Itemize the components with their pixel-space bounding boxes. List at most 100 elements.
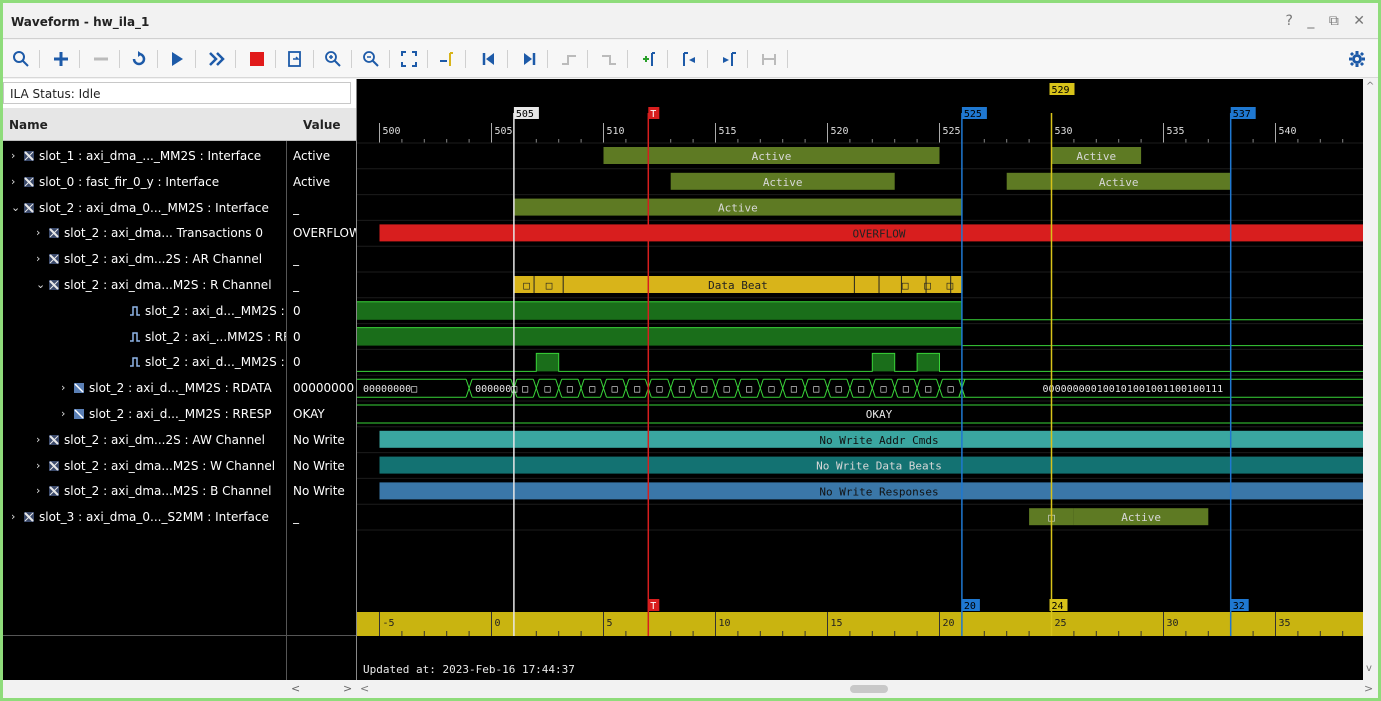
signal-row[interactable]: slot_2 : axi_d..._MM2S : RVALID — [3, 298, 286, 324]
interface-icon — [23, 511, 35, 523]
signal-high-fill — [357, 327, 962, 346]
run-immediate-icon[interactable] — [205, 47, 229, 71]
interface-icon — [23, 202, 35, 214]
signal-value: Active — [293, 174, 331, 189]
signal-value: _ — [293, 510, 299, 525]
scroll-down-arrow[interactable]: v — [1366, 663, 1372, 674]
rdata-value: □ — [768, 384, 774, 395]
rdata-value: □ — [701, 384, 707, 395]
stop-icon[interactable] — [245, 47, 269, 71]
signal-row[interactable]: › slot_2 : axi_dma... Transactions 0 — [3, 220, 286, 246]
data-beat-marker: □ — [902, 279, 909, 292]
sample-tick-label: 30 — [1167, 618, 1179, 629]
marker-label-bottom: 24 — [1052, 601, 1064, 612]
signal-name: slot_2 : axi_...MM2S : RREADY — [145, 329, 286, 344]
signal-name: slot_2 : axi_d..._MM2S : RLAST — [145, 355, 286, 370]
expand-arrow-icon[interactable]: › — [36, 433, 40, 446]
zoom-out-icon[interactable] — [359, 47, 383, 71]
signal-row[interactable]: › slot_3 : axi_dma_0..._S2MM : Interface — [3, 504, 286, 530]
swap-cursor-icon[interactable] — [757, 47, 781, 71]
slot1-active-span-label: Active — [752, 150, 792, 163]
signal-row[interactable]: › slot_2 : axi_dma...M2S : B Channel — [3, 478, 286, 504]
expand-arrow-icon[interactable]: › — [36, 459, 40, 472]
signal-row[interactable]: ⌄ slot_2 : axi_dma_0..._MM2S : Interface — [3, 195, 286, 221]
signal-row[interactable]: › slot_2 : axi_dm...2S : AW Channel — [3, 427, 286, 453]
export-icon[interactable] — [283, 47, 307, 71]
signal-value: No Write — [293, 458, 345, 473]
signal-row[interactable]: › slot_2 : axi_d..._MM2S : RRESP — [3, 401, 286, 427]
next-transition-icon[interactable] — [597, 47, 621, 71]
signal-row[interactable]: › slot_2 : axi_dm...2S : AR Channel — [3, 246, 286, 272]
scroll-up-arrow[interactable]: ^ — [1366, 81, 1374, 92]
expand-arrow-icon[interactable]: › — [36, 252, 40, 265]
run-icon[interactable] — [165, 47, 189, 71]
sample-tick-label: -5 — [383, 618, 395, 629]
data-beat-span-label: Data Beat — [708, 279, 768, 292]
go-to-cursor-icon[interactable] — [435, 47, 459, 71]
expand-arrow-icon[interactable]: › — [36, 226, 40, 239]
name-column-header[interactable]: Name — [9, 118, 48, 132]
name-scrollbar[interactable]: < > — [3, 680, 356, 698]
expand-arrow-icon[interactable]: › — [36, 484, 40, 497]
sample-tick-label: 10 — [719, 618, 731, 629]
collapse-arrow-icon[interactable]: ⌄ — [11, 201, 20, 214]
window-controls[interactable]: ? _ ⧉ ✕ — [1285, 13, 1370, 29]
signal-row[interactable]: slot_2 : axi_d..._MM2S : RLAST — [3, 349, 286, 375]
interface-icon — [48, 460, 60, 472]
expand-arrow-icon[interactable]: › — [61, 381, 65, 394]
go-to-start-icon[interactable] — [477, 47, 501, 71]
signal-row[interactable]: › slot_2 : axi_d..._MM2S : RDATA — [3, 375, 286, 401]
waveform-canvas[interactable]: 500 505 510 515 520 525 530 535 540 Active Active A… — [356, 79, 1363, 680]
ruler-tick-label: 515 — [719, 126, 737, 137]
value-column-header[interactable]: Value — [303, 118, 341, 132]
hscroll-right-arrow[interactable]: > — [1364, 682, 1373, 695]
remove-icon[interactable] — [89, 47, 113, 71]
bus-icon — [73, 408, 85, 420]
collapse-arrow-icon[interactable]: ⌄ — [36, 278, 45, 291]
vertical-scrollbar[interactable]: ^ v — [1363, 79, 1378, 680]
previous-marker-icon[interactable] — [677, 47, 701, 71]
interface-icon — [23, 150, 35, 162]
horizontal-scrollbar[interactable]: < > — [356, 680, 1378, 698]
scroll-right-arrow[interactable]: > — [343, 682, 352, 695]
ruler-tick-label: 530 — [1055, 126, 1073, 137]
expand-arrow-icon[interactable]: › — [11, 175, 15, 188]
go-to-end-icon[interactable] — [517, 47, 541, 71]
add-marker-icon[interactable] — [637, 47, 661, 71]
hscroll-left-arrow[interactable]: < — [360, 682, 369, 695]
ruler-tick-label: 535 — [1167, 126, 1185, 137]
zoom-fit-icon[interactable] — [397, 47, 421, 71]
signal-value-list: Active Active _ OVERFLOW _ _ 0 0 0 00000000 OKAY No… — [286, 141, 357, 635]
search-icon[interactable] — [9, 47, 33, 71]
signal-row[interactable]: › slot_2 : axi_dma...M2S : W Channel — [3, 453, 286, 479]
rresp-value: OKAY — [866, 408, 893, 421]
rdata-value: □ — [925, 384, 931, 395]
expand-arrow-icon[interactable]: › — [11, 510, 15, 523]
signal-value: 0 — [293, 355, 301, 370]
updated-at-label: Updated at: 2023-Feb-16 17:44:37 — [363, 663, 575, 676]
expand-arrow-icon[interactable]: › — [11, 149, 15, 162]
expand-arrow-icon[interactable]: › — [61, 407, 65, 420]
rdata-value: □ — [813, 384, 819, 395]
zoom-in-icon[interactable] — [321, 47, 345, 71]
scroll-left-arrow[interactable]: < — [291, 682, 300, 695]
waveform-toolbar — [3, 40, 1378, 78]
sample-ruler — [357, 612, 1363, 636]
signal-row[interactable]: slot_2 : axi_...MM2S : RREADY — [3, 324, 286, 350]
hscroll-thumb[interactable] — [850, 685, 888, 693]
rlast-pulse — [872, 353, 895, 372]
add-icon[interactable] — [49, 47, 73, 71]
signal-row[interactable]: › slot_1 : axi_dma_..._MM2S : Interface — [3, 143, 286, 169]
previous-transition-icon[interactable] — [557, 47, 581, 71]
slot1-active-span-label: Active — [1076, 150, 1116, 163]
rlast-pulse — [917, 353, 940, 372]
run-trigger-icon[interactable] — [127, 47, 151, 71]
overflow-span-label: OVERFLOW — [853, 227, 906, 240]
rdata-value: □ — [880, 384, 886, 395]
signal-row[interactable]: › slot_0 : fast_fir_0_y : Interface — [3, 169, 286, 195]
settings-icon[interactable] — [1345, 47, 1369, 71]
signal-row[interactable]: ⌄ slot_2 : axi_dma...M2S : R Channel — [3, 272, 286, 298]
next-marker-icon[interactable] — [717, 47, 741, 71]
signal-value: No Write — [293, 484, 345, 499]
bit-signal-icon — [129, 331, 141, 343]
